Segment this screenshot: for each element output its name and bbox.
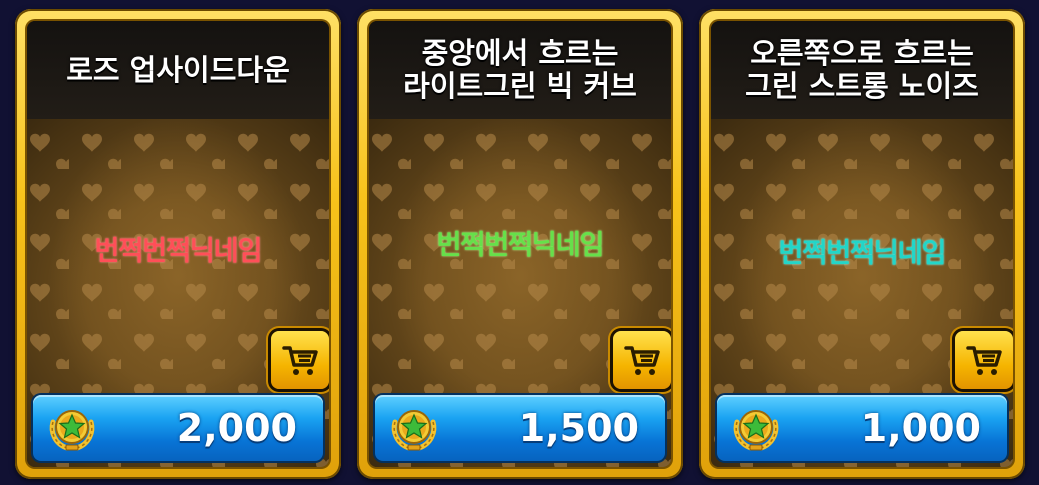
shop-item-frame: 로즈 업사이드다운 번쩍번쩍닉네임 2,000 bbox=[27, 21, 329, 467]
star-medal-icon bbox=[391, 410, 437, 451]
star-medal-icon bbox=[49, 410, 95, 451]
shopping-cart-icon bbox=[624, 346, 660, 375]
price-bar: 1,500 bbox=[375, 395, 665, 461]
card-header: 중앙에서 흐르는 라이트그린 빅 커브 bbox=[369, 21, 671, 119]
card-header: 오른쪽으로 흐르는 그린 스트롱 노이즈 bbox=[711, 21, 1013, 119]
nickname-preview: 번쩍번쩍닉네임 bbox=[94, 236, 263, 267]
item-title: 로즈 업사이드다운 bbox=[66, 52, 290, 87]
shopping-cart-icon bbox=[966, 346, 1002, 375]
price-bar: 1,000 bbox=[717, 395, 1007, 461]
nickname-preview: 번쩍번쩍닉네임 bbox=[778, 238, 947, 269]
shop-item-card[interactable]: 중앙에서 흐르는 라이트그린 빅 커브 번쩍번쩍닉네임 1,500 bbox=[357, 9, 683, 479]
buy-button[interactable] bbox=[271, 331, 329, 389]
price-value: 1,500 bbox=[518, 406, 639, 450]
shop-item-card[interactable]: 오른쪽으로 흐르는 그린 스트롱 노이즈 번쩍번쩍닉네임 1,000 bbox=[699, 9, 1025, 479]
price-value: 1,000 bbox=[860, 406, 981, 450]
item-title: 오른쪽으로 흐르는 그린 스트롱 노이즈 bbox=[745, 36, 979, 103]
shop-item-card[interactable]: 로즈 업사이드다운 번쩍번쩍닉네임 2,000 bbox=[15, 9, 341, 479]
buy-button[interactable] bbox=[613, 331, 671, 389]
price-value: 2,000 bbox=[176, 406, 297, 450]
card-header: 로즈 업사이드다운 bbox=[27, 21, 329, 119]
star-medal-icon bbox=[733, 410, 779, 451]
shopping-cart-icon bbox=[282, 346, 318, 375]
shop-item-frame: 중앙에서 흐르는 라이트그린 빅 커브 번쩍번쩍닉네임 1,500 bbox=[369, 21, 671, 467]
nickname-preview: 번쩍번쩍닉네임 bbox=[436, 230, 605, 261]
item-title: 중앙에서 흐르는 라이트그린 빅 커브 bbox=[403, 36, 637, 103]
shop-item-frame: 오른쪽으로 흐르는 그린 스트롱 노이즈 번쩍번쩍닉네임 1,000 bbox=[711, 21, 1013, 467]
buy-button[interactable] bbox=[955, 331, 1013, 389]
price-bar: 2,000 bbox=[33, 395, 323, 461]
